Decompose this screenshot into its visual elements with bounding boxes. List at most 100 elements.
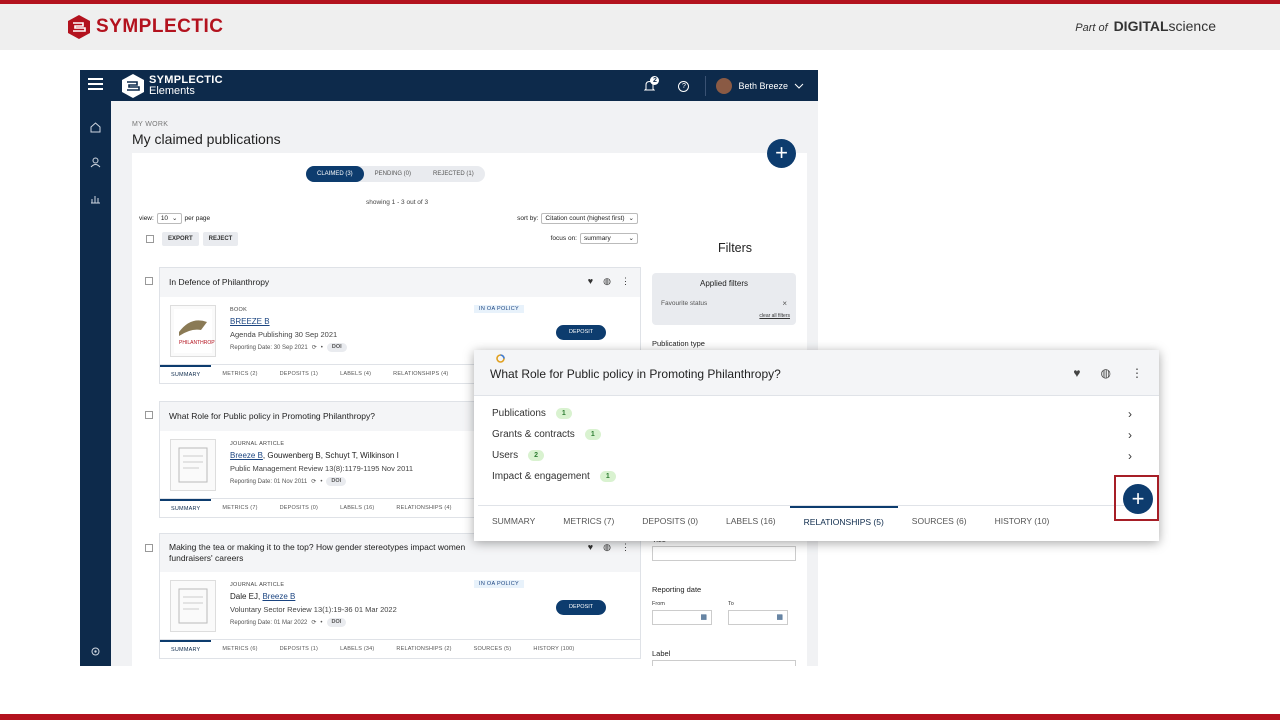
more-options-icon[interactable]: ⋮: [1131, 366, 1143, 380]
focus-select[interactable]: summary ⌄: [580, 233, 638, 244]
reporting-date: Reporting Date: 01 Mar 2022: [230, 619, 308, 626]
tab-deposits[interactable]: DEPOSITS (0): [628, 506, 712, 537]
publication-title[interactable]: In Defence of Philanthropy: [169, 277, 269, 287]
select-all-checkbox[interactable]: [146, 235, 154, 243]
chevron-right-icon: ›: [1128, 448, 1132, 463]
reporting-date: Reporting Date: 01 Nov 2011: [230, 478, 308, 485]
publication-venue: Voluntary Sector Review 13(1):19-36 01 M…: [230, 605, 397, 614]
sort-label: sort by:: [517, 215, 539, 222]
tab-summary[interactable]: SUMMARY: [160, 365, 212, 383]
publication-title[interactable]: What Role for Public policy in Promoting…: [169, 411, 375, 421]
chevron-down-icon: ⌄: [628, 215, 634, 222]
globe-icon[interactable]: ◍: [603, 276, 611, 287]
doi-badge[interactable]: DOI: [326, 343, 347, 352]
tab-labels[interactable]: LABELS (4): [329, 365, 382, 383]
tab-sources[interactable]: SOURCES (5): [463, 640, 523, 658]
sort-select[interactable]: Citation count (highest first) ⌄: [541, 213, 638, 224]
profile-icon[interactable]: [90, 157, 101, 168]
label-filter-input[interactable]: [652, 660, 796, 666]
article-thumbnail: [170, 580, 216, 632]
reporting-date: Reporting Date: 30 Sep 2021: [230, 344, 308, 351]
tab-claimed[interactable]: CLAIMED (3): [306, 166, 364, 182]
clear-all-filters-link[interactable]: clear all filters: [759, 313, 790, 319]
publication-authors: Breeze B, Gouwenberg B, Schuyt T, Wilkin…: [230, 451, 399, 460]
tab-sources[interactable]: SOURCES (6): [898, 506, 981, 537]
tab-summary[interactable]: SUMMARY: [160, 499, 212, 517]
zoom-publication-title[interactable]: What Role for Public policy in Promoting…: [490, 367, 781, 381]
relationship-row-users[interactable]: Users 2 ›: [492, 448, 1132, 463]
row-checkbox[interactable]: [145, 544, 153, 552]
publication-title[interactable]: Making the tea or making it to the top? …: [169, 542, 509, 564]
favourite-heart-icon[interactable]: ♥: [1073, 366, 1080, 380]
notifications-bell-icon[interactable]: 2: [644, 76, 660, 92]
tab-deposits[interactable]: DEPOSITS (1): [269, 640, 329, 658]
tab-deposits[interactable]: DEPOSITS (0): [269, 499, 329, 517]
tab-labels[interactable]: LABELS (34): [329, 640, 385, 658]
add-relationship-button[interactable]: +: [1123, 484, 1153, 514]
app-header: SYMPLECTIC Elements 2 ? Beth Breeze: [80, 70, 818, 101]
more-options-icon[interactable]: ⋮: [621, 276, 630, 287]
tab-summary[interactable]: SUMMARY: [160, 640, 212, 658]
chevron-right-icon: ›: [1128, 406, 1132, 421]
relationship-row-publications[interactable]: Publications 1 ›: [492, 406, 1132, 421]
tab-metrics[interactable]: METRICS (7): [211, 499, 268, 517]
tab-deposits[interactable]: DEPOSITS (1): [269, 365, 329, 383]
tab-history[interactable]: HISTORY (10): [981, 506, 1064, 537]
title-filter-input[interactable]: [652, 546, 796, 561]
refresh-icon[interactable]: ⟳: [312, 344, 317, 351]
calendar-icon[interactable]: ▦: [776, 614, 783, 621]
tab-relationships[interactable]: RELATIONSHIPS (5): [789, 506, 898, 537]
close-icon[interactable]: ×: [782, 299, 787, 308]
tab-summary[interactable]: SUMMARY: [478, 506, 549, 537]
chevron-down-icon: ⌄: [628, 235, 634, 242]
add-button[interactable]: +: [767, 139, 796, 168]
refresh-icon[interactable]: ⟳: [311, 619, 316, 626]
reports-icon[interactable]: [90, 193, 101, 204]
tab-metrics[interactable]: METRICS (7): [549, 506, 628, 537]
author-link[interactable]: BREEZE B: [230, 317, 270, 326]
part-of-text: Part of: [1075, 22, 1108, 34]
help-icon[interactable]: ?: [678, 80, 690, 92]
tab-pending[interactable]: PENDING (0): [364, 166, 422, 182]
tab-metrics[interactable]: METRICS (2): [211, 365, 268, 383]
doi-badge[interactable]: DOI: [326, 477, 347, 486]
doi-badge[interactable]: DOI: [326, 618, 347, 627]
calendar-icon[interactable]: ▦: [700, 614, 707, 621]
user-name: Beth Breeze: [738, 81, 788, 91]
tab-relationships[interactable]: RELATIONSHIPS (2): [385, 640, 462, 658]
settings-icon[interactable]: [90, 646, 101, 657]
relationship-row-grants[interactable]: Grants & contracts 1 ›: [492, 428, 1132, 442]
author-link[interactable]: Breeze B: [262, 592, 295, 601]
deposit-button[interactable]: DEPOSIT: [556, 600, 607, 615]
user-menu[interactable]: Beth Breeze: [705, 76, 804, 96]
more-options-icon[interactable]: ⋮: [621, 542, 630, 553]
tab-labels[interactable]: LABELS (16): [712, 506, 790, 537]
tab-history[interactable]: HISTORY (100): [522, 640, 585, 658]
focus-label: focus on:: [550, 235, 577, 242]
tab-rejected[interactable]: REJECTED (1): [422, 166, 485, 182]
home-icon[interactable]: [90, 122, 101, 133]
tab-relationships[interactable]: RELATIONSHIPS (4): [385, 499, 462, 517]
from-date-input[interactable]: ▦: [652, 610, 712, 625]
deposit-button[interactable]: DEPOSIT: [556, 325, 607, 340]
count-badge: 2: [528, 450, 545, 461]
favourite-heart-icon[interactable]: ♥: [588, 276, 593, 287]
publication-type-label: Publication type: [652, 339, 705, 348]
favourite-heart-icon[interactable]: ♥: [588, 542, 593, 553]
globe-icon[interactable]: ◍: [603, 542, 611, 553]
row-checkbox[interactable]: [145, 277, 153, 285]
relationship-row-impact[interactable]: Impact & engagement 1: [492, 471, 1132, 482]
tab-labels[interactable]: LABELS (16): [329, 499, 385, 517]
tab-metrics[interactable]: METRICS (6): [211, 640, 268, 658]
per-page-select[interactable]: 10 ⌄: [156, 213, 182, 224]
hamburger-menu-icon[interactable]: [88, 78, 103, 93]
refresh-icon[interactable]: ⟳: [311, 478, 316, 485]
favourite-filter-chip: Favourite status: [661, 300, 708, 307]
globe-icon[interactable]: ◍: [1101, 366, 1111, 380]
export-button[interactable]: EXPORT: [162, 232, 199, 246]
reject-button[interactable]: REJECT: [202, 232, 239, 246]
author-link[interactable]: Breeze B: [230, 451, 263, 460]
tab-relationships[interactable]: RELATIONSHIPS (4): [382, 365, 459, 383]
row-checkbox[interactable]: [145, 411, 153, 419]
to-date-input[interactable]: ▦: [728, 610, 788, 625]
